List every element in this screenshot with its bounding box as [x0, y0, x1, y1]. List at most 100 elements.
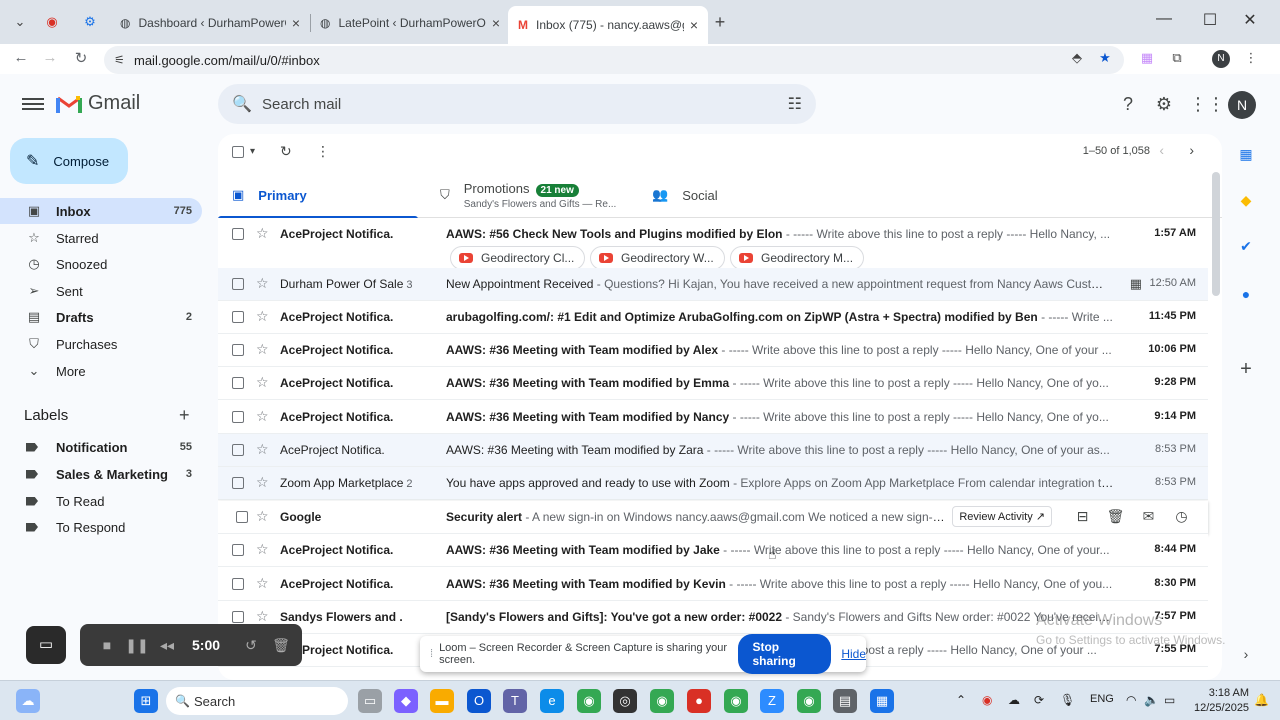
gmail-logo[interactable]: Gmail — [56, 92, 140, 115]
email-row[interactable]: ☆ AceProject Notifica. AAWS: #36 Meeting w… — [218, 434, 1208, 467]
sidebar-item-starred[interactable]: ☆ Starred — [0, 225, 202, 251]
email-row[interactable]: ☆ Durham Power Of Sale 3 New Appointment Re… — [218, 268, 1208, 301]
attachment-chip[interactable]: Geodirectory Cl... — [450, 246, 586, 270]
email-row[interactable]: ☆ AceProject Notifica. AAWS: #36 Meeting w… — [218, 367, 1208, 400]
hide-link[interactable]: Hide — [841, 647, 866, 661]
prev-page-icon[interactable]: ‹ — [1159, 142, 1164, 158]
notifications-icon[interactable]: 🔔 — [1254, 693, 1269, 707]
taskbar-search[interactable]: 🔍 Search — [166, 687, 348, 715]
tab-inbox[interactable]: M Inbox (775) - nancy.aaws@gma... × — [508, 6, 708, 44]
mark-read-icon[interactable]: ✉ — [1132, 508, 1165, 525]
restart-icon[interactable]: ↺ — [236, 637, 266, 654]
bookmark-star-icon[interactable]: ★ — [1096, 50, 1114, 68]
delete-icon[interactable]: 🗑 — [1099, 508, 1132, 525]
archive-icon[interactable]: ⊟ — [1066, 508, 1099, 525]
notepad-icon[interactable]: ▤ — [833, 689, 857, 713]
email-row[interactable]: ☆ Zoom App Marketplace 2 You have apps appr… — [218, 467, 1208, 500]
refresh-icon[interactable]: ↻ — [280, 143, 292, 160]
more-options-icon[interactable]: ⋮ — [316, 143, 330, 160]
row-checkbox[interactable] — [232, 377, 244, 389]
attachment-chip[interactable]: Geodirectory W... — [590, 246, 725, 270]
extension-tab-icon[interactable]: ⚙ — [78, 10, 102, 34]
settings-gear-icon[interactable]: ⚙ — [1152, 94, 1176, 118]
star-icon[interactable]: ☆ — [256, 541, 269, 558]
star-icon[interactable]: ☆ — [256, 408, 269, 425]
row-checkbox[interactable] — [236, 511, 248, 523]
star-icon[interactable]: ☆ — [256, 608, 269, 625]
sidebar-item-drafts[interactable]: ▤ Drafts 2 — [0, 304, 202, 330]
screen-record-icon[interactable]: ● — [687, 689, 711, 713]
sidebar-item-snoozed[interactable]: ◷ Snoozed — [0, 251, 202, 277]
volume-icon[interactable]: 🔈 — [1144, 693, 1159, 707]
star-icon[interactable]: ☆ — [256, 441, 269, 458]
tray-record-icon[interactable]: ◉ — [982, 693, 992, 707]
attachment-chip[interactable]: Geodirectory M... — [730, 246, 865, 270]
chrome-profile-icon[interactable]: ◉ — [650, 689, 674, 713]
row-checkbox[interactable] — [232, 444, 244, 456]
tab-social[interactable]: 👥 Social — [652, 172, 812, 218]
battery-icon[interactable]: ▭ — [1164, 693, 1175, 707]
close-tab-icon[interactable]: × — [492, 15, 500, 31]
scrollbar[interactable] — [1212, 172, 1220, 296]
tab-primary[interactable]: ▣ Primary — [218, 172, 418, 219]
weather-icon[interactable]: ☁ — [16, 689, 40, 713]
compose-button[interactable]: ✎ Compose — [10, 138, 128, 184]
url-field[interactable]: ⚟ mail.google.com/mail/u/0/#inbox — [104, 46, 1124, 74]
star-icon[interactable]: ☆ — [256, 474, 269, 491]
row-checkbox[interactable] — [232, 344, 244, 356]
close-tab-icon[interactable]: × — [292, 15, 300, 31]
tab-promotions[interactable]: ⛉ Promotions 21 new Sandy's Flowers and G… — [440, 172, 640, 218]
star-icon[interactable]: ☆ — [256, 308, 269, 325]
sidebar-label-to-read[interactable]: To Read — [0, 488, 202, 514]
tab-latepoint[interactable]: ◍ LatePoint ‹ DurhamPowerOfSal... × — [310, 8, 510, 38]
minimize-icon[interactable]: — — [1152, 10, 1176, 28]
windows-start-icon[interactable]: ⊞ — [134, 689, 158, 713]
email-row[interactable]: ☆ AceProject Notifica. arubagolfing.com/: … — [218, 301, 1208, 334]
tray-overflow-icon[interactable]: ⌃ — [956, 693, 966, 707]
star-icon[interactable]: ☆ — [256, 575, 269, 592]
apps-grid-icon[interactable]: ⋮⋮ — [1189, 94, 1225, 118]
star-icon[interactable]: ☆ — [256, 341, 269, 358]
sidebar-item-more[interactable]: ⌄ More — [0, 358, 202, 384]
add-label-icon[interactable]: + — [179, 405, 190, 426]
expand-panel-icon[interactable]: › — [1236, 646, 1256, 666]
obs-icon[interactable]: ◎ — [613, 689, 637, 713]
star-icon[interactable]: ☆ — [256, 374, 269, 391]
wifi-icon[interactable]: ◠ — [1126, 693, 1136, 707]
rewind-icon[interactable]: ◂◂ — [152, 637, 182, 654]
row-checkbox[interactable] — [232, 411, 244, 423]
help-icon[interactable]: ? — [1116, 94, 1140, 118]
star-icon[interactable]: ☆ — [256, 508, 269, 525]
row-checkbox[interactable] — [232, 544, 244, 556]
maximize-icon[interactable]: ☐ — [1198, 10, 1222, 30]
back-icon[interactable]: ← — [11, 49, 31, 69]
forward-icon[interactable]: → — [40, 49, 60, 69]
sidebar-item-sent[interactable]: ➢ Sent — [0, 278, 202, 304]
extensions-puzzle-icon[interactable]: ⧉ — [1168, 50, 1186, 68]
next-page-icon[interactable]: › — [1189, 142, 1194, 158]
email-row[interactable]: ☆ Google Security alert - A new sign-in on… — [218, 501, 1208, 534]
search-input[interactable]: Search mail — [262, 96, 341, 113]
review-activity-button[interactable]: Review Activity ↗ — [952, 506, 1052, 527]
extension-icon[interactable]: ▦ — [1138, 50, 1156, 68]
drag-handle-icon[interactable]: ⁞ — [430, 648, 433, 660]
account-avatar[interactable]: N — [1228, 91, 1256, 119]
main-menu-icon[interactable] — [22, 95, 44, 115]
taskbar-clock[interactable]: 3:18 AM 12/25/2025 — [1194, 686, 1249, 716]
star-icon[interactable]: ☆ — [256, 225, 269, 242]
row-checkbox[interactable] — [232, 477, 244, 489]
tab-search-icon[interactable]: ⌄ — [8, 10, 32, 34]
sidebar-label-notification[interactable]: Notification 55 — [0, 434, 202, 460]
stop-sharing-button[interactable]: Stop sharing — [738, 634, 832, 674]
sidebar-item-purchases[interactable]: ⛉ Purchases — [0, 331, 202, 357]
copilot-icon[interactable]: ◆ — [394, 689, 418, 713]
browser-menu-icon[interactable]: ⋮ — [1242, 50, 1260, 68]
search-icon[interactable]: 🔍 — [232, 94, 252, 114]
close-tab-icon[interactable]: × — [690, 17, 698, 33]
file-explorer-icon[interactable]: ▬ — [430, 689, 454, 713]
microphone-icon[interactable]: 🎙 — [1060, 693, 1075, 707]
language-indicator[interactable]: ENG — [1090, 693, 1114, 705]
row-checkbox[interactable] — [232, 228, 244, 240]
loom-camera-icon[interactable]: ▭ — [26, 626, 66, 664]
new-tab-icon[interactable]: + — [708, 10, 732, 34]
